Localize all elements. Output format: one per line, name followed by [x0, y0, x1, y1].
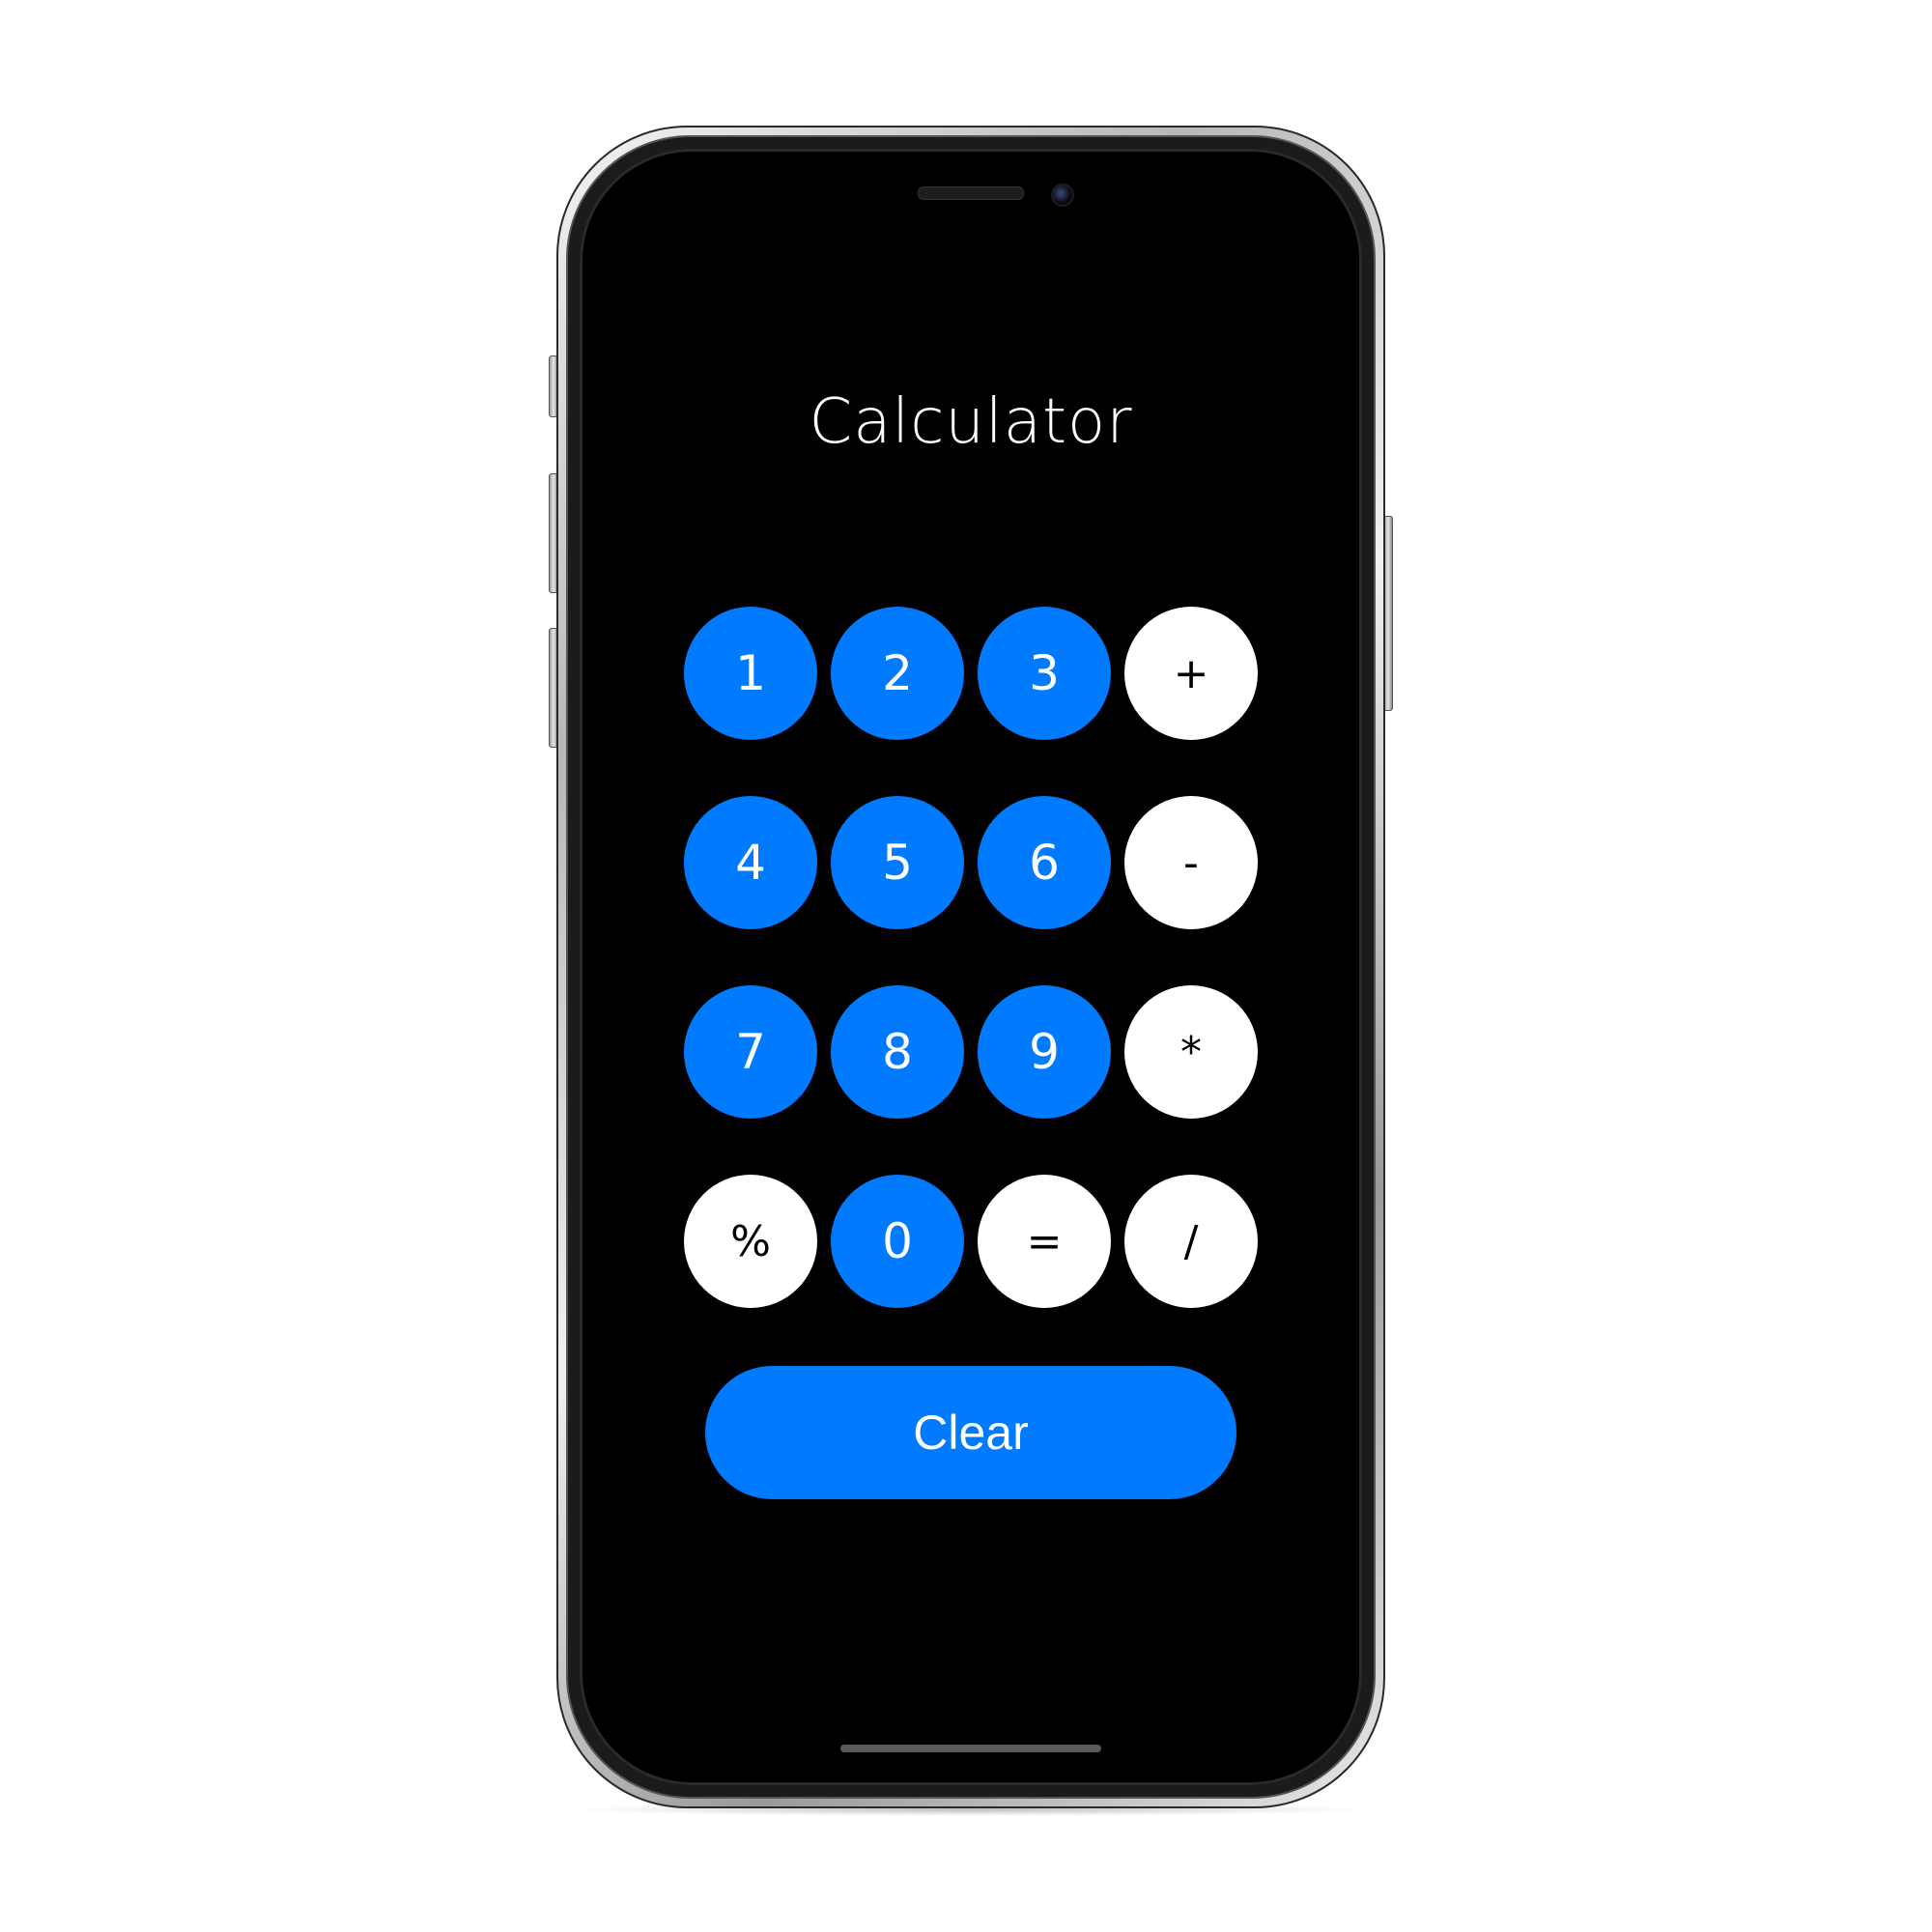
- key-digit-6-button[interactable]: 6: [978, 796, 1111, 929]
- key-digit-7-button[interactable]: 7: [684, 985, 817, 1119]
- home-indicator-icon[interactable]: [840, 1745, 1101, 1752]
- key-digit-5-button[interactable]: 5: [831, 796, 964, 929]
- key-digit-0-button[interactable]: 0: [831, 1175, 964, 1308]
- stage: Calculator 1 2 3 +4 5 6- 7 8 9 *% 0 = / Clear: [0, 0, 1932, 1932]
- key-digit-9-button[interactable]: 9: [978, 985, 1111, 1119]
- key-percent-button[interactable]: %: [684, 1175, 817, 1308]
- key-minus-button[interactable]: -: [1124, 796, 1258, 929]
- front-camera-icon: [1051, 184, 1074, 207]
- key-plus-button[interactable]: +: [1124, 607, 1258, 740]
- clear-button[interactable]: Clear: [705, 1366, 1236, 1499]
- key-digit-8-button[interactable]: 8: [831, 985, 964, 1119]
- keypad: 1 2 3 +4 5 6- 7 8 9 *% 0 = /: [684, 607, 1260, 1308]
- earpiece-speaker-icon: [918, 186, 1024, 200]
- key-digit-3-button[interactable]: 3: [978, 607, 1111, 740]
- key-multiply-button[interactable]: *: [1124, 985, 1258, 1119]
- page-title: Calculator: [809, 386, 1133, 458]
- key-equals-button[interactable]: =: [978, 1175, 1111, 1308]
- key-digit-1-button[interactable]: 1: [684, 607, 817, 740]
- key-digit-2-button[interactable]: 2: [831, 607, 964, 740]
- key-divide-button[interactable]: /: [1124, 1175, 1258, 1308]
- key-digit-4-button[interactable]: 4: [684, 796, 817, 929]
